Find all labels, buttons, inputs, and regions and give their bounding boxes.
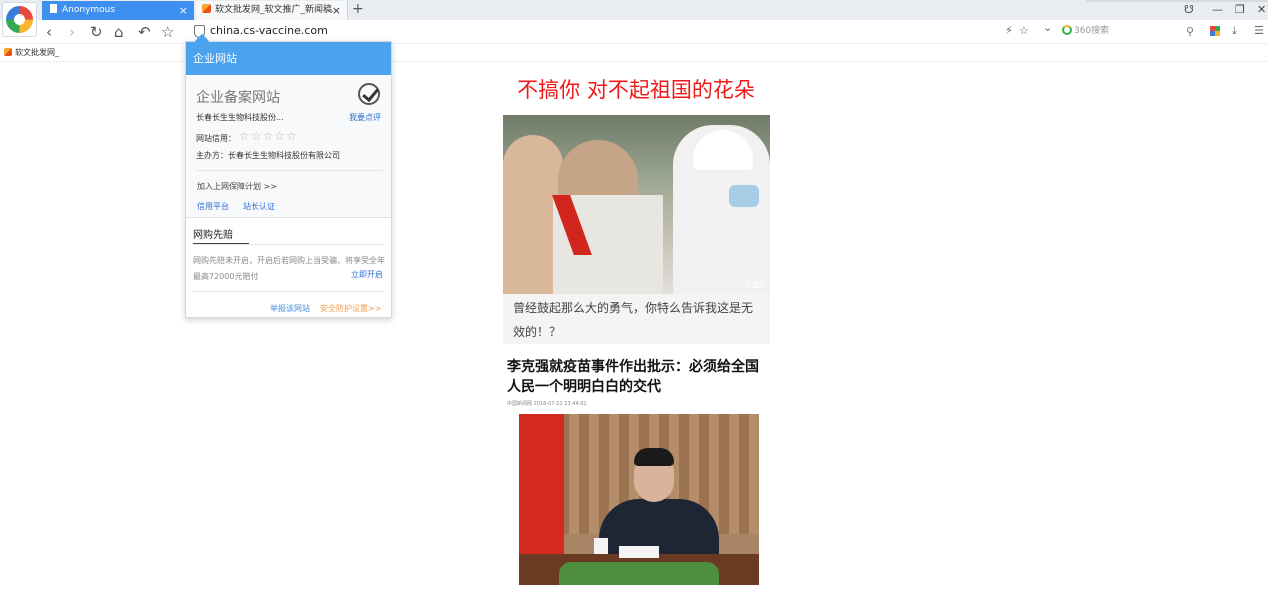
photo-watermark: 一社图片 [738, 281, 766, 289]
bookmark-item[interactable]: 软文批发网_ [4, 47, 59, 58]
site-favicon-icon [4, 48, 12, 56]
skin-icon[interactable]: ☋ [1184, 1, 1194, 19]
tab-title: Anonymous [62, 5, 116, 15]
restore-button[interactable]: ❐ [1235, 1, 1245, 19]
browser-logo-icon[interactable] [2, 2, 37, 37]
search-icon[interactable]: ⚲ [1186, 23, 1194, 40]
apps-icon[interactable] [1210, 26, 1220, 36]
reload-button[interactable]: ↻ [90, 22, 103, 42]
credit-platform-link[interactable]: 信用平台 [197, 201, 229, 212]
enable-guarantee-link[interactable]: 立即开启 [351, 269, 383, 280]
minimize-button[interactable]: — [1212, 1, 1223, 19]
search-placeholder: 360搜索 [1074, 26, 1110, 36]
host-label: 主办方：长春长生生物科技股份有限公司 [196, 151, 340, 160]
home-button[interactable]: ⌂ [114, 22, 124, 42]
company-name-short: 长春长生生物科技股份... [196, 113, 284, 122]
divider [193, 244, 384, 245]
article-headline: 不搞你 对不起祖国的花朵 [517, 78, 755, 102]
search-input[interactable]: 360搜索 ⚲ [1062, 23, 1202, 40]
download-icon[interactable]: ⤓ [1232, 24, 1237, 38]
bookmark-star-icon[interactable]: ☆ [1019, 24, 1029, 37]
tab-anonymous[interactable]: Anonymous × [42, 1, 194, 20]
site-info-popup: 企业网站 企业备案网站 长春长生生物科技股份... 我要点评 网站信用： ☆☆☆… [185, 33, 392, 318]
site-favicon-icon [202, 4, 211, 13]
credit-label: 网站信用： [196, 134, 236, 143]
divider [193, 291, 384, 292]
forward-button[interactable]: › [69, 22, 75, 42]
rate-site-link[interactable]: 我要点评 [349, 112, 381, 123]
close-window-button[interactable]: ✕ [1257, 1, 1266, 19]
360-search-icon [1062, 25, 1072, 35]
photo-caption: 曾经鼓起那么大的勇气，你特么告诉我这是无效的！？ [503, 294, 770, 344]
news-title[interactable]: 李克强就疫苗事件作出批示：必须给全国人民一个明明白白的交代 [507, 357, 769, 397]
undo-close-button[interactable]: ↶ [138, 22, 151, 42]
credit-stars: ☆☆☆☆☆ [239, 129, 298, 143]
flash-icon[interactable]: ⚡ [1005, 24, 1013, 37]
tab-close-button[interactable]: × [179, 1, 188, 20]
tab-strip: Anonymous × 软文批发网_软文推广_新闻稿发 × + ☋ — ❐ ✕ [0, 0, 1268, 20]
webmaster-auth-link[interactable]: 站长认证 [243, 201, 275, 212]
popup-header: 企业网站 [186, 42, 391, 75]
safety-settings-link[interactable]: 安全防护设置>> [320, 303, 381, 314]
divider [196, 170, 383, 171]
new-tab-button[interactable]: + [352, 0, 364, 19]
chevron-down-icon[interactable]: ⌄ [1043, 21, 1052, 34]
favorite-button[interactable]: ☆ [161, 22, 174, 42]
tab-ruanwen[interactable]: 软文批发网_软文推广_新闻稿发 × [196, 1, 348, 20]
tab-title: 软文批发网_软文推广_新闻稿发 [215, 5, 333, 15]
title-underline [193, 243, 249, 244]
tab-close-button[interactable]: × [332, 1, 341, 20]
address-bar[interactable]: china.cs-vaccine.com [210, 24, 328, 37]
document-icon [50, 4, 57, 13]
meeting-photo [519, 414, 759, 585]
vaccination-photo: 一社图片 [503, 115, 770, 294]
menu-icon[interactable]: ☰ [1254, 24, 1264, 37]
back-button[interactable]: ‹ [46, 22, 52, 42]
report-site-link[interactable]: 举报该网站 [270, 303, 310, 314]
verified-check-icon [358, 83, 380, 105]
certification-section: 企业备案网站 长春长生生物科技股份... 我要点评 网站信用： ☆☆☆☆☆ 主办… [186, 75, 391, 218]
join-protection-link[interactable]: 加入上网保障计划 >> [197, 181, 277, 192]
bookmark-label: 软文批发网_ [15, 48, 59, 57]
cert-title: 企业备案网站 [196, 90, 280, 106]
news-meta: 中国新闻网 2018-07-22 23:44:02 [507, 401, 587, 407]
shopping-guarantee-title: 网购先赔 [193, 230, 233, 241]
